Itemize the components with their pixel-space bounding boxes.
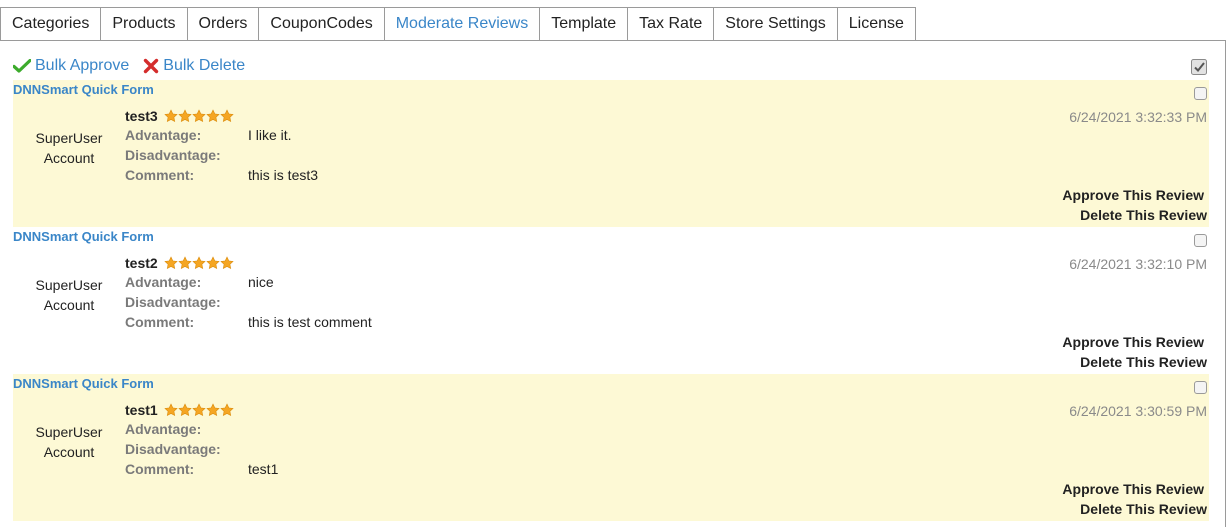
- review-date: 6/24/2021 3:30:59 PM: [1069, 403, 1207, 419]
- panel-right-border: [1225, 40, 1226, 527]
- tab-panel-border: [0, 40, 1226, 41]
- star-icon: [178, 403, 192, 417]
- review-product-link[interactable]: DNNSmart Quick Form: [13, 229, 154, 244]
- reviewer-name: SuperUser Account: [13, 128, 125, 168]
- tab-bar: Categories Products Orders CouponCodes M…: [0, 7, 916, 41]
- tab-store-settings[interactable]: Store Settings: [713, 7, 838, 41]
- review-item: DNNSmart Quick Form SuperUser Account te…: [13, 227, 1209, 374]
- review-select-checkbox[interactable]: [1194, 87, 1207, 100]
- advantage-label: Advantage:: [125, 421, 202, 437]
- star-icon: [192, 109, 206, 123]
- delete-review-link[interactable]: Delete This Review: [1080, 207, 1207, 223]
- tab-tax-rate[interactable]: Tax Rate: [627, 7, 715, 41]
- star-icon: [220, 256, 234, 270]
- approve-review-link[interactable]: Approve This Review: [1062, 334, 1204, 350]
- approve-review-link[interactable]: Approve This Review: [1062, 187, 1204, 203]
- review-title: test1: [125, 402, 234, 418]
- comment-label: Comment:: [125, 167, 195, 183]
- star-icon: [164, 256, 178, 270]
- bulk-approve-button[interactable]: Bulk Approve: [13, 57, 129, 75]
- approve-review-link[interactable]: Approve This Review: [1062, 481, 1204, 497]
- comment-label: Comment:: [125, 461, 195, 477]
- checkmark-icon: [13, 59, 31, 73]
- tab-license[interactable]: License: [836, 7, 916, 41]
- reviewer-name-line1: SuperUser: [35, 277, 103, 293]
- review-title: test3: [125, 108, 234, 124]
- delete-review-link[interactable]: Delete This Review: [1080, 354, 1207, 370]
- reviewer-name: SuperUser Account: [13, 275, 125, 315]
- star-icon: [164, 109, 178, 123]
- star-icon: [178, 256, 192, 270]
- rating-stars: [164, 256, 234, 270]
- review-product-link[interactable]: DNNSmart Quick Form: [13, 82, 154, 97]
- reviewer-name-line2: Account: [43, 444, 95, 460]
- star-icon: [192, 256, 206, 270]
- review-product-link[interactable]: DNNSmart Quick Form: [13, 376, 154, 391]
- tab-couponcodes[interactable]: CouponCodes: [258, 7, 385, 41]
- star-icon: [206, 109, 220, 123]
- review-title-text: test2: [125, 255, 158, 271]
- star-icon: [206, 403, 220, 417]
- bulk-delete-button[interactable]: Bulk Delete: [143, 57, 245, 75]
- rating-stars: [164, 109, 234, 123]
- reviewer-name-line2: Account: [43, 150, 95, 166]
- delete-x-icon: [144, 58, 159, 74]
- bulk-approve-label: Bulk Approve: [35, 57, 130, 74]
- reviewer-name-line1: SuperUser: [35, 130, 103, 146]
- review-title-text: test3: [125, 108, 158, 124]
- comment-label: Comment:: [125, 314, 195, 330]
- tab-products[interactable]: Products: [100, 7, 188, 41]
- tab-orders[interactable]: Orders: [186, 7, 260, 41]
- star-icon: [220, 109, 234, 123]
- bulk-delete-label: Bulk Delete: [163, 57, 246, 74]
- tab-template[interactable]: Template: [539, 7, 629, 41]
- star-icon: [192, 403, 206, 417]
- tab-categories[interactable]: Categories: [0, 7, 102, 41]
- reviewer-name: SuperUser Account: [13, 422, 125, 462]
- rating-stars: [164, 403, 234, 417]
- select-all-checkbox[interactable]: [1191, 59, 1207, 75]
- disadvantage-label: Disadvantage:: [125, 147, 221, 163]
- comment-value: test1: [248, 461, 279, 477]
- reviewer-name-line1: SuperUser: [35, 424, 103, 440]
- review-item: DNNSmart Quick Form SuperUser Account te…: [13, 80, 1209, 227]
- review-date: 6/24/2021 3:32:10 PM: [1069, 256, 1207, 272]
- reviewer-name-line2: Account: [43, 297, 95, 313]
- bulk-toolbar: Bulk Approve Bulk Delete: [13, 56, 259, 76]
- review-item: DNNSmart Quick Form SuperUser Account te…: [13, 374, 1209, 521]
- disadvantage-label: Disadvantage:: [125, 441, 221, 457]
- advantage-value: I like it.: [248, 127, 292, 143]
- star-icon: [164, 403, 178, 417]
- review-select-checkbox[interactable]: [1194, 234, 1207, 247]
- comment-value: this is test comment: [248, 314, 372, 330]
- advantage-value: nice: [248, 274, 274, 290]
- review-date: 6/24/2021 3:32:33 PM: [1069, 109, 1207, 125]
- star-icon: [178, 109, 192, 123]
- review-select-checkbox[interactable]: [1194, 381, 1207, 394]
- advantage-label: Advantage:: [125, 127, 202, 143]
- review-title: test2: [125, 255, 234, 271]
- star-icon: [220, 403, 234, 417]
- delete-review-link[interactable]: Delete This Review: [1080, 501, 1207, 517]
- review-title-text: test1: [125, 402, 158, 418]
- tab-moderate-reviews[interactable]: Moderate Reviews: [383, 7, 541, 41]
- advantage-label: Advantage:: [125, 274, 202, 290]
- star-icon: [206, 256, 220, 270]
- disadvantage-label: Disadvantage:: [125, 294, 221, 310]
- comment-value: this is test3: [248, 167, 319, 183]
